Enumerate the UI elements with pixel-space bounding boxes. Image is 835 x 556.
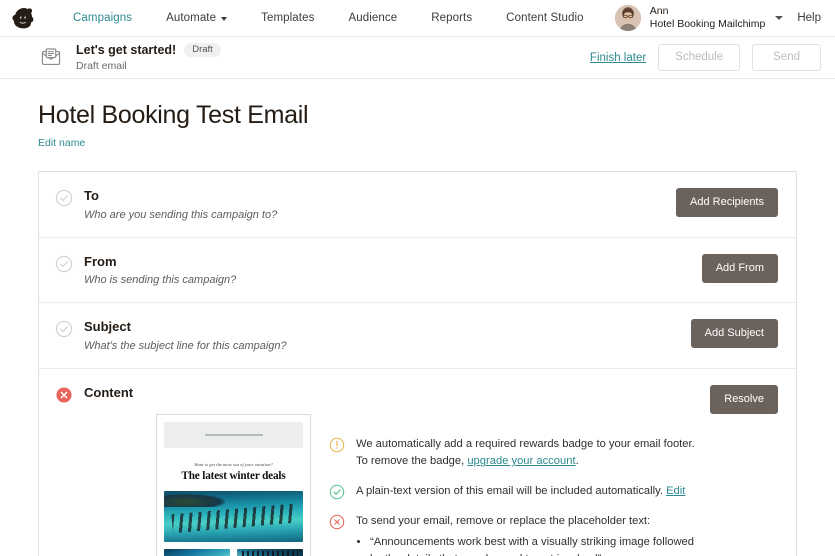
placeholder-text-list: “Announcements work best with a visually… [370, 534, 696, 556]
help-link[interactable]: Help [797, 12, 821, 24]
error-circle-x-outline-icon [329, 514, 345, 530]
checklist-row-content-title: Content [84, 384, 134, 400]
add-from-button[interactable]: Add From [701, 253, 778, 283]
checklist-row-subject-description: What's the subject line for this campaig… [84, 339, 287, 352]
nav-item-automate-label: Automate [166, 12, 217, 24]
nav-item-reports[interactable]: Reports [414, 12, 489, 24]
avatar[interactable] [614, 5, 641, 31]
check-circle-outline-icon [55, 255, 73, 273]
account-org: Hotel Booking Mailchimp [649, 18, 766, 30]
nav-item-templates-label: Templates [261, 12, 315, 24]
notice-plain-text-before: A plain-text version of this email will … [356, 485, 667, 498]
schedule-button[interactable]: Schedule [658, 44, 741, 71]
notice-placeholder-text-error: To send your email, remove or replace th… [329, 513, 696, 556]
checklist-row-from: From Who is sending this campaign? Add F… [39, 238, 796, 304]
preview-header-placeholder-bar [204, 434, 263, 437]
checklist-row-from-description: Who is sending this campaign? [84, 274, 237, 287]
notice-rewards-badge-text: We automatically add a required rewards … [356, 436, 696, 470]
preview-thumbnail-image-left [164, 549, 230, 556]
notice-rewards-badge: We automatically add a required rewards … [329, 436, 696, 470]
account-chevron-down-icon[interactable] [775, 16, 784, 20]
checklist-row-subject-title: Subject [84, 319, 131, 335]
primary-nav-links: Campaigns Automate Templates Audience Re… [56, 12, 601, 24]
notice-plain-text-version-text: A plain-text version of this email will … [356, 483, 685, 500]
campaign-actions: Finish later Schedule Send [590, 44, 821, 71]
checklist-row-to-body: To Who are you sending this campaign to? [84, 188, 662, 221]
add-recipients-button[interactable]: Add Recipients [676, 188, 778, 217]
checklist-row-content-body: Content Want to get the most out of your… [84, 385, 696, 556]
preview-hero-image [164, 491, 303, 543]
checklist-row-content: Content Want to get the most out of your… [39, 369, 796, 556]
nav-item-content-studio-label: Content Studio [506, 12, 584, 24]
notice-rewards-badge-text-after: . [575, 455, 579, 468]
account-info[interactable]: Ann Hotel Booking Mailchimp [650, 5, 766, 31]
notice-plain-text-version: A plain-text version of this email will … [329, 483, 696, 500]
top-navigation-bar: Campaigns Automate Templates Audience Re… [0, 0, 835, 37]
add-subject-button[interactable]: Add Subject [690, 319, 778, 349]
nav-item-audience[interactable]: Audience [331, 12, 414, 24]
checklist-row-from-body: From Who is sending this campaign? [84, 254, 688, 287]
campaign-checklist-card: To Who are you sending this campaign to?… [38, 171, 797, 556]
preview-thumbnail-image-right [237, 549, 303, 556]
content-detail-area: Want to get the most out of your vacatio… [84, 414, 696, 556]
success-circle-check-icon [329, 484, 345, 500]
account-area: Ann Hotel Booking Mailchimp Help [614, 5, 821, 31]
email-preview-thumbnail[interactable]: Want to get the most out of your vacatio… [156, 414, 311, 556]
checklist-row-subject-action: Add Subject [690, 319, 778, 349]
check-circle-outline-icon [55, 189, 73, 207]
campaign-status-title: Let's get started! [76, 42, 177, 57]
upgrade-account-link[interactable]: upgrade your account [467, 455, 575, 467]
nav-item-campaigns-label: Campaigns [73, 12, 133, 24]
page-content: Hotel Booking Test Email Edit name To Wh… [0, 79, 835, 556]
checklist-row-from-action: Add From [701, 253, 778, 283]
warning-circle-exclamation-icon [329, 437, 345, 453]
nav-item-audience-label: Audience [348, 12, 398, 24]
email-envelope-icon [38, 45, 64, 71]
account-name: Ann [649, 4, 669, 17]
campaign-type-label: Draft email [76, 59, 127, 72]
checklist-row-to-description: Who are you sending this campaign to? [84, 208, 278, 221]
error-circle-x-icon [55, 386, 73, 404]
page-title: Hotel Booking Test Email [38, 101, 309, 129]
preview-headline-text: The latest winter deals [181, 470, 286, 483]
checklist-row-from-title: From [84, 253, 117, 269]
preview-kicker-text: Want to get the most out of your vacatio… [194, 462, 273, 468]
nav-item-templates[interactable]: Templates [244, 12, 331, 24]
email-preview-column: Want to get the most out of your vacatio… [156, 414, 311, 556]
chevron-down-icon [221, 17, 228, 21]
checklist-row-to-action: Add Recipients [676, 188, 778, 217]
checklist-row-subject-body: Subject What's the subject line for this… [84, 319, 677, 352]
checklist-row-to-title: To [84, 188, 99, 203]
resolve-button[interactable]: Resolve [710, 384, 778, 414]
checklist-row-to: To Who are you sending this campaign to?… [39, 172, 796, 238]
campaign-status-text: Let's get started! Draft Draft email [76, 42, 221, 74]
checklist-row-subject: Subject What's the subject line for this… [39, 303, 796, 369]
nav-item-content-studio[interactable]: Content Studio [489, 12, 600, 24]
nav-item-reports-label: Reports [431, 12, 473, 24]
edit-name-link[interactable]: Edit name [38, 137, 797, 149]
checklist-row-content-action: Resolve [710, 384, 778, 414]
nav-item-automate[interactable]: Automate [149, 12, 244, 24]
preview-image-pair [164, 549, 303, 556]
edit-plain-text-link[interactable]: Edit [666, 485, 685, 497]
list-item: “Announcements work best with a visually… [370, 534, 696, 556]
send-button[interactable]: Send [752, 44, 821, 71]
campaign-status-bar: Let's get started! Draft Draft email Fin… [0, 37, 835, 79]
notice-placeholder-text-body: To send your email, remove or replace th… [356, 513, 696, 556]
status-badge: Draft [184, 42, 221, 57]
check-circle-outline-icon [55, 320, 73, 338]
notice-placeholder-intro: To send your email, remove or replace th… [356, 515, 651, 528]
content-notices-list: We automatically add a required rewards … [329, 414, 696, 556]
mailchimp-freddie-logo-icon[interactable] [8, 3, 38, 33]
nav-item-campaigns[interactable]: Campaigns [56, 12, 149, 24]
preview-header-block [164, 422, 303, 449]
finish-later-link[interactable]: Finish later [590, 52, 646, 64]
